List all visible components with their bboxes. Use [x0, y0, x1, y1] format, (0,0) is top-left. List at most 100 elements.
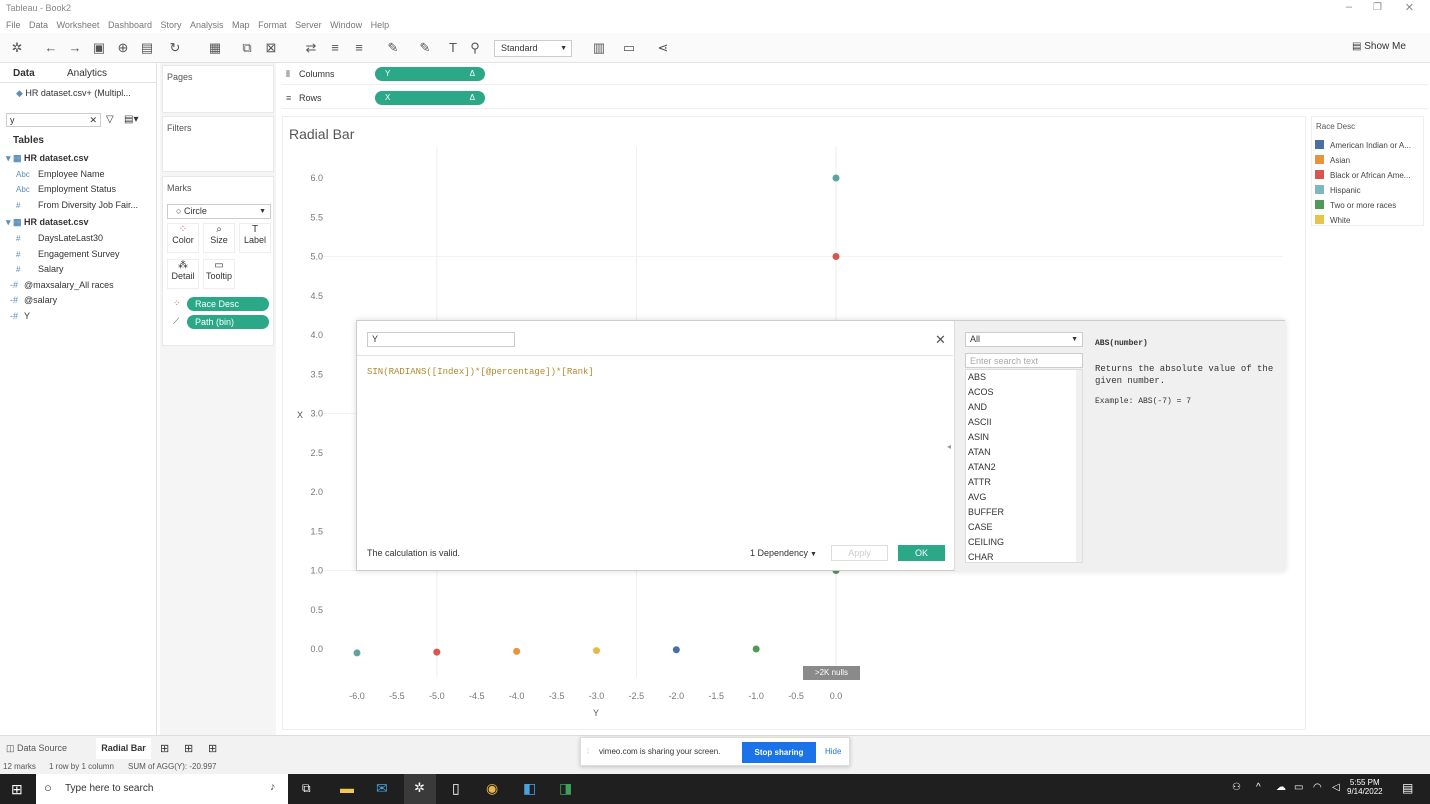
show-cards-icon[interactable]: ▥ — [592, 41, 606, 55]
menu-window[interactable]: Window — [330, 17, 362, 33]
datasource-name[interactable]: ◆ HR dataset.csv+ (Multipl... — [16, 88, 131, 99]
param-salary[interactable]: -# @salary — [10, 295, 57, 305]
param-maxsalary[interactable]: -# @maxsalary_All races — [10, 280, 114, 290]
legend-item[interactable]: Hispanic — [1315, 185, 1361, 195]
table-2[interactable]: ▾ ▦ HR dataset.csv — [6, 217, 89, 228]
share-icon[interactable]: ⋖ — [656, 41, 670, 55]
function-item[interactable]: ASIN — [966, 430, 1082, 445]
chrome-icon[interactable]: ◉ — [486, 780, 498, 797]
function-search-input[interactable]: Enter search text — [965, 353, 1083, 368]
presentation-icon[interactable]: ▭ — [622, 41, 636, 55]
menu-story[interactable]: Story — [160, 17, 181, 33]
apply-button[interactable]: Apply — [831, 545, 888, 561]
close-dialog-icon[interactable]: ✕ — [935, 332, 946, 348]
new-datasource-icon[interactable]: ⊕ — [116, 41, 130, 55]
task-view-icon[interactable]: ⧉ — [302, 781, 311, 796]
mail-icon[interactable]: ✉ — [376, 780, 388, 797]
taskbar-search-box[interactable]: ○ Type here to search ♪ — [36, 774, 288, 804]
tab-data-source[interactable]: ◫ Data Source — [6, 743, 67, 754]
pause-updates-icon[interactable]: ▤ — [140, 41, 154, 55]
function-item[interactable]: ATAN — [966, 445, 1082, 460]
mark-type-dropdown[interactable]: ○ Circle ▼ — [167, 204, 271, 219]
function-item[interactable]: ACOS — [966, 385, 1082, 400]
race-desc-pill[interactable]: Race Desc — [187, 297, 269, 311]
function-item[interactable]: ABS — [966, 370, 1082, 385]
tab-analytics[interactable]: Analytics — [67, 68, 107, 79]
function-item[interactable]: ATTR — [966, 475, 1082, 490]
nulls-badge[interactable]: >2K nulls — [803, 666, 860, 680]
sort-ascending-icon[interactable]: ≡ — [328, 41, 342, 55]
fit-dropdown[interactable]: Standard ▼ — [494, 40, 572, 57]
refresh-icon[interactable]: ↻ — [168, 41, 182, 55]
tooltip-button[interactable]: ▭ Tooltip — [203, 259, 235, 289]
clear-search-icon[interactable]: ✕ — [89, 114, 97, 126]
data-point[interactable] — [832, 253, 840, 260]
field-diversity-job-fair[interactable]: # From Diversity Job Fair... — [16, 200, 138, 210]
clock[interactable]: 5:55 PM 9/14/2022 — [1347, 778, 1383, 796]
stop-sharing-button[interactable]: Stop sharing — [742, 742, 816, 763]
legend-item[interactable]: White — [1315, 215, 1350, 225]
wifi-icon[interactable]: ◠ — [1313, 782, 1322, 793]
duplicate-sheet-icon[interactable]: ⧉ — [240, 41, 254, 55]
menu-analysis[interactable]: Analysis — [190, 17, 224, 33]
view-options-icon[interactable]: ▤▾ — [124, 114, 138, 125]
function-item[interactable]: ATAN2 — [966, 460, 1082, 475]
data-point[interactable] — [672, 646, 680, 654]
swap-icon[interactable]: ⇄ — [304, 41, 318, 55]
function-item[interactable]: CEILING — [966, 535, 1082, 550]
function-list-scrollbar[interactable] — [1076, 370, 1082, 562]
notifications-icon[interactable]: ▤ — [1402, 781, 1413, 795]
field-search-input[interactable]: y ✕ — [6, 113, 101, 127]
show-me-button[interactable]: ▤ Show Me — [1352, 41, 1406, 52]
function-item[interactable]: AND — [966, 400, 1082, 415]
data-point[interactable] — [513, 647, 521, 655]
legend-item[interactable]: Black or African Ame... — [1315, 170, 1410, 180]
tray-chevron-icon[interactable]: ^ — [1256, 782, 1261, 793]
file-explorer-icon[interactable]: ▬ — [340, 780, 354, 796]
new-story-tab-icon[interactable]: ⊞ — [208, 742, 217, 755]
columns-shelf[interactable]: ⦀ Columns YΔ — [282, 63, 1428, 85]
collapse-panel-icon[interactable]: ◂ — [947, 442, 951, 451]
color-button[interactable]: ⁘ Color — [167, 223, 199, 253]
function-item[interactable]: ASCII — [966, 415, 1082, 430]
rows-shelf[interactable]: ≡ Rows XΔ — [282, 87, 1428, 109]
group-icon[interactable]: ✎ — [418, 41, 432, 55]
function-category-dropdown[interactable]: All ▼ — [965, 332, 1083, 347]
columns-pill-y[interactable]: YΔ — [375, 67, 485, 81]
menu-server[interactable]: Server — [295, 17, 322, 33]
dependency-dropdown[interactable]: 1 Dependency ▼ — [750, 548, 817, 558]
tableau-logo-icon[interactable]: ✲ — [10, 41, 24, 55]
data-point[interactable] — [832, 174, 840, 182]
function-item[interactable]: CASE — [966, 520, 1082, 535]
function-item[interactable]: BUFFER — [966, 505, 1082, 520]
field-engagement-survey[interactable]: # Engagement Survey — [16, 249, 120, 259]
menu-dashboard[interactable]: Dashboard — [108, 17, 152, 33]
size-button[interactable]: ⌕ Size — [203, 223, 235, 253]
formula-editor[interactable]: SIN(RADIANS([Index])*[@percentage])*[Ran… — [367, 367, 947, 547]
onedrive-icon[interactable]: ☁ — [1276, 782, 1286, 793]
clear-sheet-icon[interactable]: ⊠ — [264, 41, 278, 55]
label-button[interactable]: T Label — [239, 223, 271, 253]
new-worksheet-tab-icon[interactable]: ⊞ — [160, 742, 169, 755]
field-employee-name[interactable]: Abc Employee Name — [16, 169, 105, 179]
data-point[interactable] — [593, 647, 600, 655]
hide-button[interactable]: Hide — [825, 747, 841, 756]
path-bin-pill[interactable]: Path (bin) — [187, 315, 269, 329]
windows-start-icon[interactable]: ⊞ — [11, 781, 23, 798]
close-window-icon[interactable]: ✕ — [1405, 1, 1414, 14]
data-point[interactable] — [353, 649, 361, 657]
undo-icon[interactable]: ← — [44, 41, 58, 55]
menu-format[interactable]: Format — [258, 17, 287, 33]
new-dashboard-tab-icon[interactable]: ⊞ — [184, 742, 193, 755]
menu-worksheet[interactable]: Worksheet — [57, 17, 100, 33]
filter-icon[interactable]: ▽ — [106, 114, 114, 125]
people-icon[interactable]: ⚇ — [1232, 782, 1241, 793]
param-y[interactable]: -# Y — [10, 311, 30, 321]
minimize-icon[interactable]: – — [1346, 1, 1352, 13]
sort-descending-icon[interactable]: ≡ — [352, 41, 366, 55]
tab-data[interactable]: Data — [13, 68, 35, 79]
pin-icon[interactable]: ⚲ — [468, 41, 482, 55]
labels-icon[interactable]: T — [446, 41, 460, 55]
menu-file[interactable]: File — [6, 17, 21, 33]
restore-icon[interactable]: ❐ — [1373, 2, 1382, 13]
